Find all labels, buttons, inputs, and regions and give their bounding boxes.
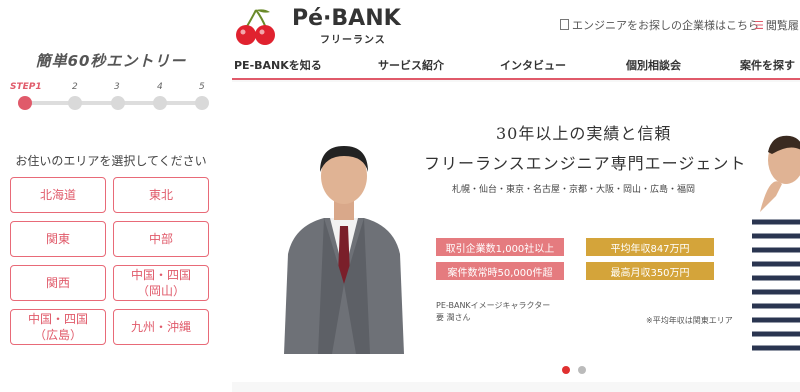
main-nav: PE-BANKを知る サービス紹介 インタビュー 個別相談会 案件を探す (232, 48, 800, 80)
step-dot-4 (153, 96, 167, 110)
area-question: お住いのエリアを選択してください (15, 154, 207, 168)
character-photo (284, 146, 404, 354)
hero-title-line2: フリーランスエンジニア専門エージェント (424, 154, 747, 173)
step-dot-2 (68, 96, 82, 110)
badge-max-income: 最高月収350万円 (586, 262, 714, 280)
company-link[interactable]: エンジニアをお探しの企業様はこちら (560, 17, 759, 33)
hero-cities: 札幌・仙台・東京・名古屋・京都・大阪・岡山・広島・福岡 (452, 185, 696, 195)
area-button-chugoku-hiroshima[interactable]: 中国・四国 （広島） (10, 309, 106, 345)
entry-title: 簡単60秒エントリー (35, 52, 187, 70)
step-label-4: 4 (157, 82, 163, 92)
step-label-1: STEP1 (10, 82, 42, 92)
website: Pé·BANK フリーランス エンジニアをお探しの企業様はこちら ☰ 閲覧履 PE… (232, 0, 800, 392)
carousel-dot-1[interactable] (562, 366, 570, 374)
hero-banner[interactable]: 30年以上の実績と信頼 フリーランスエンジニア専門エージェント 札幌・仙台・東京… (232, 82, 800, 382)
building-icon (560, 19, 569, 30)
nav-item-search-jobs[interactable]: 案件を探す (740, 57, 795, 73)
carousel-dot-2[interactable] (578, 366, 586, 374)
hero-title-line1: 30年以上の実績と信頼 (496, 124, 672, 143)
badge-clients: 取引企業数1,000社以上 (436, 238, 564, 256)
second-character-photo (752, 135, 800, 354)
badge-avg-income: 平均年収847万円 (586, 238, 714, 256)
step-dot-3 (111, 96, 125, 110)
carousel-dots (562, 366, 602, 376)
logo-text: Pé·BANK (292, 6, 401, 31)
nav-item-consultation[interactable]: 個別相談会 (626, 57, 681, 73)
site-header: Pé·BANK フリーランス エンジニアをお探しの企業様はこちら ☰ 閲覧履 (232, 0, 800, 48)
company-link-label: エンジニアをお探しの企業様はこちら (572, 19, 759, 32)
area-button-tohoku[interactable]: 東北 (113, 177, 209, 213)
character-caption: PE-BANKイメージキャラクター (436, 301, 551, 310)
logo-subtext: フリーランス (320, 35, 386, 46)
badge-projects: 案件数常時50,000件超 (436, 262, 564, 280)
area-button-kyushu-okinawa[interactable]: 九州・沖縄 (113, 309, 209, 345)
history-link[interactable]: ☰ 閲覧履 (754, 17, 799, 33)
step-label-2: 2 (72, 82, 78, 92)
entry-panel: 簡単60秒エントリー STEP1 2 3 4 5 お住いのエリアを選択してくださ… (0, 0, 222, 392)
step-label-3: 3 (114, 82, 120, 92)
character-name: 要 潤さん (436, 313, 471, 322)
area-button-hokkaido[interactable]: 北海道 (10, 177, 106, 213)
step-dot-1 (18, 96, 32, 110)
step-dot-5 (195, 96, 209, 110)
step-indicator: STEP1 2 3 4 5 (0, 82, 222, 112)
area-button-chugoku-okayama[interactable]: 中国・四国 （岡山） (113, 265, 209, 301)
area-button-chubu[interactable]: 中部 (113, 221, 209, 257)
nav-item-about[interactable]: PE-BANKを知る (234, 57, 322, 73)
area-button-kanto[interactable]: 関東 (10, 221, 106, 257)
step-label-5: 5 (199, 82, 205, 92)
nav-item-interview[interactable]: インタビュー (500, 57, 566, 73)
nav-item-services[interactable]: サービス紹介 (378, 57, 444, 73)
income-footnote: ※平均年収は関東エリア (646, 316, 733, 325)
history-link-label: 閲覧履 (765, 19, 799, 32)
cherry-logo-icon (236, 9, 275, 45)
list-icon: ☰ (754, 19, 764, 32)
area-button-kansai[interactable]: 関西 (10, 265, 106, 301)
